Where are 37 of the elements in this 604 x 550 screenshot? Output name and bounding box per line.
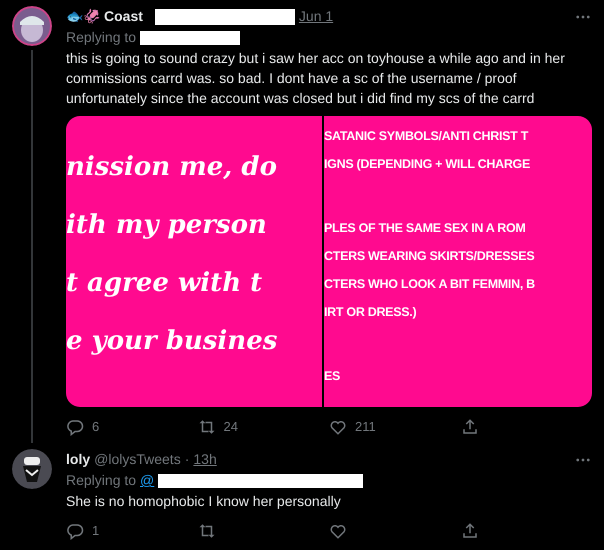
tweet-text: She is no homophobic I know her personally — [66, 492, 342, 511]
like-icon[interactable] — [329, 418, 347, 436]
image-text: SATANIC SYMBOLS/ANTI CHRIST T — [324, 128, 528, 145]
tweet-text: this is going to sound crazy but i saw her acc on toyhouse a while ago and in her commissions carrd was. so bad. I dont have a sc of the username / proof unfortunately since the account was closed but i did find my scs of the carrd — [66, 49, 566, 108]
image-text: ith my person — [66, 209, 267, 242]
reply-count: 6 — [92, 418, 100, 436]
retweet-icon[interactable] — [198, 522, 216, 540]
mention-link[interactable]: @ — [140, 470, 154, 491]
retweet-count: 24 — [224, 418, 238, 436]
image-text: IRT OR DRESS.) — [324, 304, 416, 321]
like-icon[interactable] — [329, 522, 347, 540]
image-text: IGNS (DEPENDING + WILL CHARGE — [324, 156, 530, 173]
user-handle: @lolysTweets — [94, 450, 181, 469]
image-text: ES — [324, 368, 340, 385]
reply-icon[interactable] — [66, 418, 84, 436]
avatar[interactable] — [12, 6, 52, 46]
replying-label: Replying to — [66, 28, 136, 47]
user-name[interactable]: Coast — [104, 6, 143, 27]
timestamp-link[interactable]: 13h — [193, 449, 217, 470]
image-text: e your busines — [66, 325, 278, 358]
timestamp-link[interactable]: Jun 1 — [298, 6, 334, 27]
share-icon[interactable] — [460, 522, 478, 540]
image-text: PLES OF THE SAME SEX IN A ROM — [324, 220, 526, 237]
replying-label: Replying to — [66, 471, 136, 490]
reply-icon[interactable] — [66, 522, 84, 540]
share-icon[interactable] — [460, 418, 478, 436]
image-text: CTERS WEARING SKIRTS/DRESSES — [324, 248, 534, 265]
image-text: CTERS WHO LOOK A BIT FEMMIN, B — [324, 276, 535, 293]
separator-dot: · — [184, 450, 190, 469]
reply-count: 1 — [92, 522, 100, 540]
user-name[interactable]: loly — [66, 449, 90, 470]
image-text: nission me, do — [66, 151, 277, 184]
like-count: 211 — [355, 418, 376, 436]
retweet-icon[interactable] — [198, 418, 216, 436]
image-text: t agree with t — [66, 267, 262, 300]
emoji-icon: 🐟🦑 — [66, 6, 100, 27]
avatar[interactable] — [12, 449, 52, 489]
